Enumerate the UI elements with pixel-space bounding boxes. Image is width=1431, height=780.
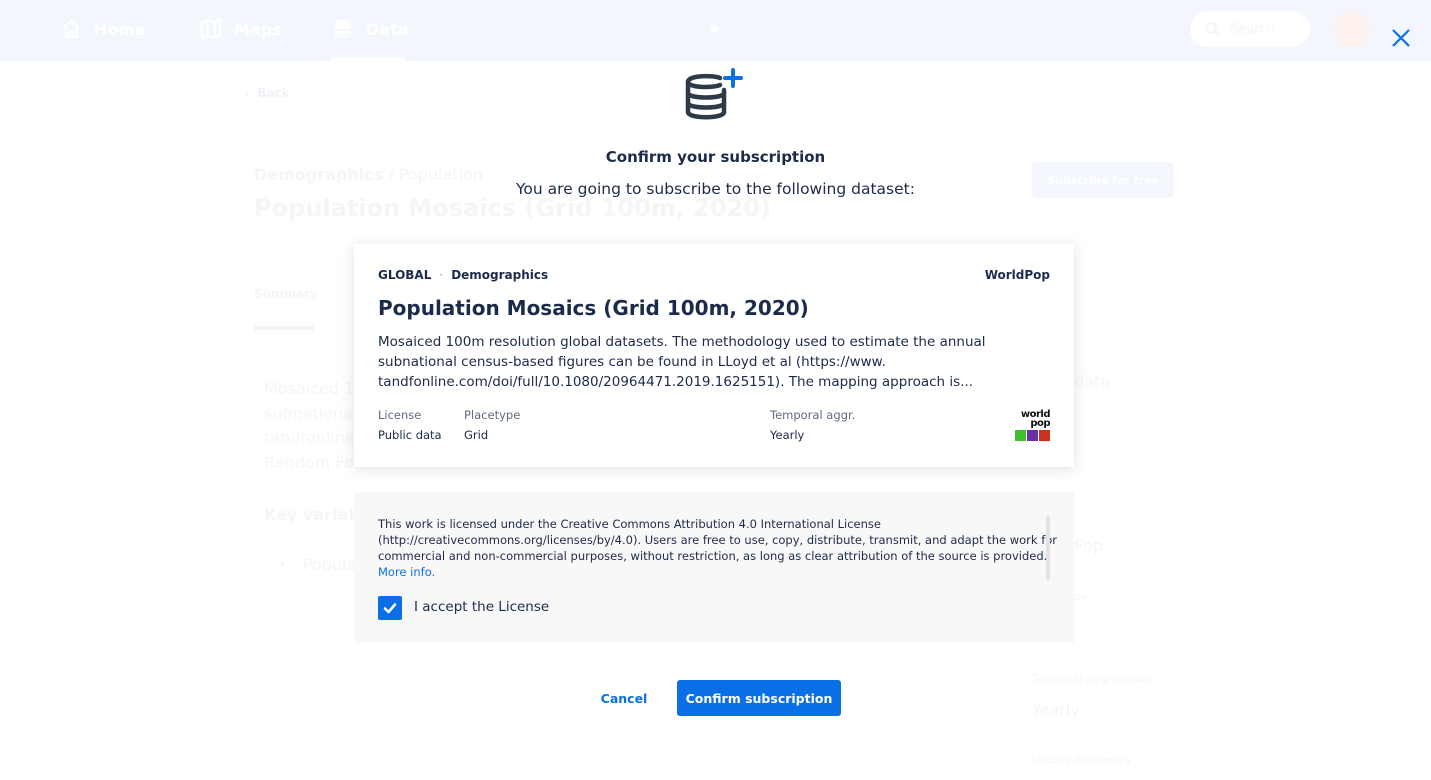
search-placeholder: Search (1230, 21, 1275, 37)
key-variable-item: • Populat (278, 555, 363, 574)
license-line: (http://creativecommons.org/licenses/by/… (378, 533, 1058, 547)
field-label: Placetype (464, 408, 521, 422)
close-icon (1392, 29, 1410, 47)
field-license: License Public data (378, 408, 442, 442)
nav-item-maps[interactable]: Maps (200, 16, 282, 42)
top-navigation: Home Maps Data Search (0, 0, 1431, 61)
nav-indicator-dot (710, 25, 718, 33)
field-label: Temporal aggr. (770, 408, 856, 422)
license-line: commercial and non-commercial purposes, … (378, 549, 1048, 563)
search-icon (1205, 22, 1220, 37)
tab-summary-indicator (254, 326, 314, 330)
nav-item-data[interactable]: Data (332, 16, 409, 42)
temporal-aggregation-label: Temporal aggregation (1032, 672, 1153, 685)
database-icon (334, 19, 352, 38)
active-tab-indicator (331, 57, 405, 61)
dataset-region: GLOBAL (378, 268, 432, 282)
side-license-value: data (1074, 372, 1111, 391)
field-value: Yearly (770, 428, 805, 442)
accept-license-label[interactable]: I accept the License (414, 599, 549, 615)
dataset-meta: GLOBAL · Demographics (378, 268, 548, 282)
map-icon (200, 18, 222, 40)
modal-subtitle: You are going to subscribe to the follow… (516, 180, 915, 198)
dataset-title: Population Mosaics (Grid 100m, 2020) (378, 296, 809, 320)
search-input[interactable]: Search (1190, 11, 1310, 47)
nav-item-label: Maps (234, 19, 282, 39)
key-variables-heading: Key variabl (264, 505, 366, 524)
dataset-provider: WorldPop (984, 268, 1050, 282)
field-value: Public data (378, 428, 442, 442)
dataset-description: Mosaiced 100m resolution global datasets… (378, 332, 986, 392)
field-label: License (378, 408, 422, 422)
logo-tile (1027, 430, 1038, 441)
nav-item-label: Home (94, 19, 146, 39)
cancel-button[interactable]: Cancel (594, 681, 654, 715)
logo-tiles (1014, 430, 1050, 441)
avatar[interactable] (1334, 11, 1370, 47)
description-line: tandfonline.com/doi/full/10.1080/2096447… (378, 374, 974, 390)
nav-item-label: Data (366, 19, 409, 39)
logo-word-2: pop (1030, 418, 1050, 429)
description-line: Mosaiced 100m resolution global datasets… (378, 334, 986, 350)
nav-item-home[interactable]: Home (60, 16, 146, 42)
license-line: This work is licensed under the Creative… (378, 517, 881, 531)
field-value: Grid (464, 428, 489, 442)
back-link[interactable]: ‹ Back (244, 86, 290, 100)
logo-tile (1039, 430, 1050, 441)
provider-logo: world pop (1014, 410, 1051, 444)
license-scrollbar[interactable] (1046, 516, 1050, 580)
database-add-icon (684, 66, 744, 126)
logo-tile (1015, 430, 1026, 441)
side-placetype-label: pe (1074, 590, 1088, 603)
modal-title: Confirm your subscription (605, 148, 826, 166)
description-line: subnational census-based figures can be … (378, 354, 886, 370)
checkmark-icon (383, 603, 397, 614)
more-info-link[interactable]: More info. (378, 564, 1038, 580)
license-text: This work is licensed under the Creative… (378, 516, 1058, 580)
temporal-aggregation-value: Yearly (1032, 700, 1080, 719)
close-modal-button[interactable] (1388, 25, 1414, 51)
home-icon (62, 19, 80, 39)
update-frequency-label: Update Frequency (1032, 754, 1133, 767)
meta-separator: · (439, 268, 444, 282)
dataset-category: Demographics (451, 268, 549, 282)
field-temporal-aggregation: Temporal aggr. Yearly (770, 408, 855, 442)
dataset-card: GLOBAL · Demographics WorldPop Populatio… (354, 244, 1074, 467)
accept-license-checkbox[interactable] (378, 596, 402, 620)
field-placetype: Placetype Grid (464, 408, 520, 442)
tab-summary[interactable]: Summary (254, 287, 318, 301)
side-provider-value: Pop (1074, 536, 1104, 555)
license-panel: This work is licensed under the Creative… (354, 492, 1074, 643)
page-title: Population Mosaics (Grid 100m, 2020) (254, 194, 771, 222)
dataset-description: Mosaiced 10 subnational tandfonline. Ran… (264, 379, 364, 472)
confirm-subscription-button[interactable]: Confirm subscription (677, 680, 841, 716)
